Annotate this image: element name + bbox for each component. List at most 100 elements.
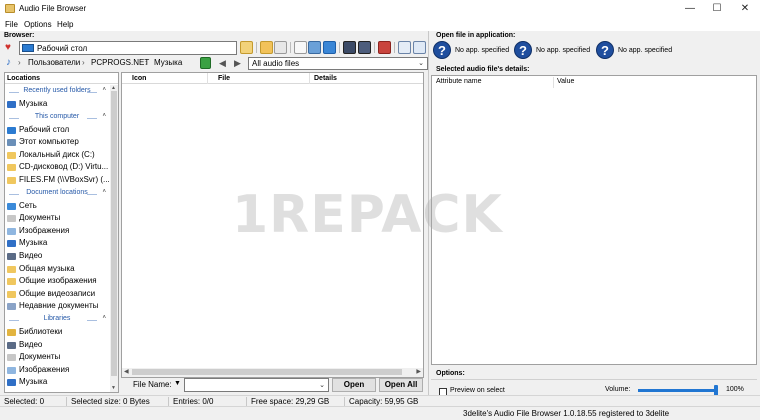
info-icon[interactable] [413,41,426,54]
location-item[interactable]: Недавние документы [5,300,109,313]
location-item[interactable]: Документы [5,212,109,225]
options-caption: Options: [436,370,465,377]
location-item[interactable]: Общая музыка [5,263,109,276]
book-icon[interactable] [378,41,391,54]
minimize-button[interactable]: — [677,0,703,18]
location-item[interactable]: Этот компьютер [5,136,109,149]
location-item[interactable]: Изображения [5,364,109,377]
open-all-button[interactable]: Open All [379,378,423,392]
location-item[interactable]: Видео [5,250,109,263]
breadcrumb-arrow-icon[interactable]: › [18,58,21,67]
column-attribute-name[interactable]: Attribute name [436,78,482,85]
menu-help[interactable]: Help [57,20,73,29]
shell-view-icon[interactable] [323,41,336,54]
scroll-left-icon[interactable]: ◀ [124,368,129,375]
list-view-icon[interactable] [294,41,307,54]
locations-group-header[interactable]: This computer ˄ [5,111,109,124]
location-item[interactable]: Музыка [5,376,109,389]
location-item[interactable]: Музыка [5,98,109,111]
breadcrumb-item[interactable]: Пользователи [28,58,80,70]
app-slot-label: No app. specified [455,47,510,54]
scroll-right-icon[interactable]: ▶ [416,368,421,375]
locations-group-header[interactable]: Libraries ˄ [5,313,109,326]
scrollbar-thumb[interactable] [111,91,117,376]
location-item[interactable]: Музыка [5,237,109,250]
location-item-label: Общие видеозаписи [19,288,96,298]
playlist-icon[interactable] [343,41,356,54]
location-item[interactable]: CD-дисковод (D:) Virtu... [5,161,109,174]
toolbar-separator [394,42,395,53]
app-slot-3[interactable]: ? No app. specified [596,41,676,61]
file-type-filter-value: All audio files [252,59,300,68]
location-item[interactable]: Документы [5,351,109,364]
scrollbar-thumb[interactable] [132,369,402,375]
location-item[interactable]: Локальный диск (C:) [5,149,109,162]
app-slot-2[interactable]: ? No app. specified [514,41,594,61]
file-type-filter[interactable]: All audio files ⌄ [248,57,428,70]
forward-arrow-icon[interactable]: ▶ [234,58,241,69]
folder-icon [7,202,16,210]
question-mark-icon[interactable]: ? [514,41,532,59]
breadcrumb-item[interactable]: PCPROGS.NET [91,58,149,70]
folder-search-icon[interactable] [274,41,287,54]
breadcrumb-arrow-icon[interactable]: › [82,58,85,67]
browser-toolbar: ♥ Рабочий стол [4,41,426,55]
file-name-input[interactable]: ⌄ [184,378,329,392]
location-item-label: Изображения [19,225,70,235]
open-button[interactable]: Open [332,378,376,392]
locations-group-header[interactable]: Recently used folders ˄ [5,85,109,98]
chevron-down-icon[interactable]: ⌄ [319,381,325,389]
collapse-icon[interactable]: ˄ [102,315,106,321]
location-item[interactable]: Изображения [5,225,109,238]
location-item[interactable]: Общие видеозаписи [5,288,109,301]
favorite-folder-icon[interactable] [260,41,273,54]
close-button[interactable]: ✕ [732,0,758,18]
app-slot-1[interactable]: ? No app. specified [433,41,513,61]
file-name-dropdown-icon[interactable]: ▼ [174,380,181,387]
details-caption: Selected audio file's details: [436,66,530,73]
locations-group-header[interactable]: Document locations ˄ [5,187,109,200]
maximize-button[interactable]: ☐ [704,0,730,18]
location-item[interactable]: FILES.FM (\\VBoxSvr) (... [5,174,109,187]
folder-icon [7,164,16,172]
column-value[interactable]: Value [557,78,574,85]
current-folder-text: Рабочий стол [37,44,88,53]
scroll-down-icon[interactable]: ▼ [111,385,116,391]
folder-icon [7,227,16,235]
refresh-icon[interactable] [200,57,211,69]
location-item-label: Этот компьютер [19,137,79,147]
current-folder-field[interactable]: Рабочий стол [19,41,237,55]
question-mark-icon[interactable]: ? [596,41,614,59]
collapse-icon[interactable]: ˄ [102,189,106,195]
menu-options[interactable]: Options [24,20,52,29]
group-rule [87,319,97,321]
back-arrow-icon[interactable]: ◀ [219,58,226,69]
browser-caption: Browser: [4,32,35,39]
column-icon[interactable]: Icon [122,73,208,84]
favorite-heart-icon[interactable]: ♥ [5,43,15,53]
column-details[interactable]: Details [310,73,423,84]
playlist-add-icon[interactable] [358,41,371,54]
folder-open-icon[interactable] [240,41,253,54]
menu-bar: File Options Help [0,18,760,31]
group-rule [87,92,97,93]
location-item[interactable]: Сеть [5,200,109,213]
locations-scrollbar[interactable]: ▲ ▼ [110,85,118,392]
location-item[interactable]: Библиотеки [5,326,109,339]
collapse-icon[interactable]: ˄ [102,87,106,93]
location-item[interactable]: Рабочий стол [5,124,109,137]
question-mark-icon[interactable]: ? [433,41,451,59]
file-list-hscrollbar[interactable]: ◀ ▶ [122,368,423,377]
location-item[interactable]: Общие изображения [5,275,109,288]
breadcrumb-item[interactable]: Музыка [154,58,182,70]
location-item[interactable]: Видео [5,339,109,352]
thumbnail-view-icon[interactable] [308,41,321,54]
column-file[interactable]: File [208,73,310,84]
search-icon[interactable] [398,41,411,54]
status-entries: Entries: 0/0 [173,397,214,406]
breadcrumb-arrow-icon[interactable]: › [145,58,148,67]
collapse-icon[interactable]: ˄ [102,113,106,119]
location-item-label: Рабочий стол [19,124,70,134]
location-item-label: Музыка [19,377,48,387]
menu-file[interactable]: File [5,20,18,29]
